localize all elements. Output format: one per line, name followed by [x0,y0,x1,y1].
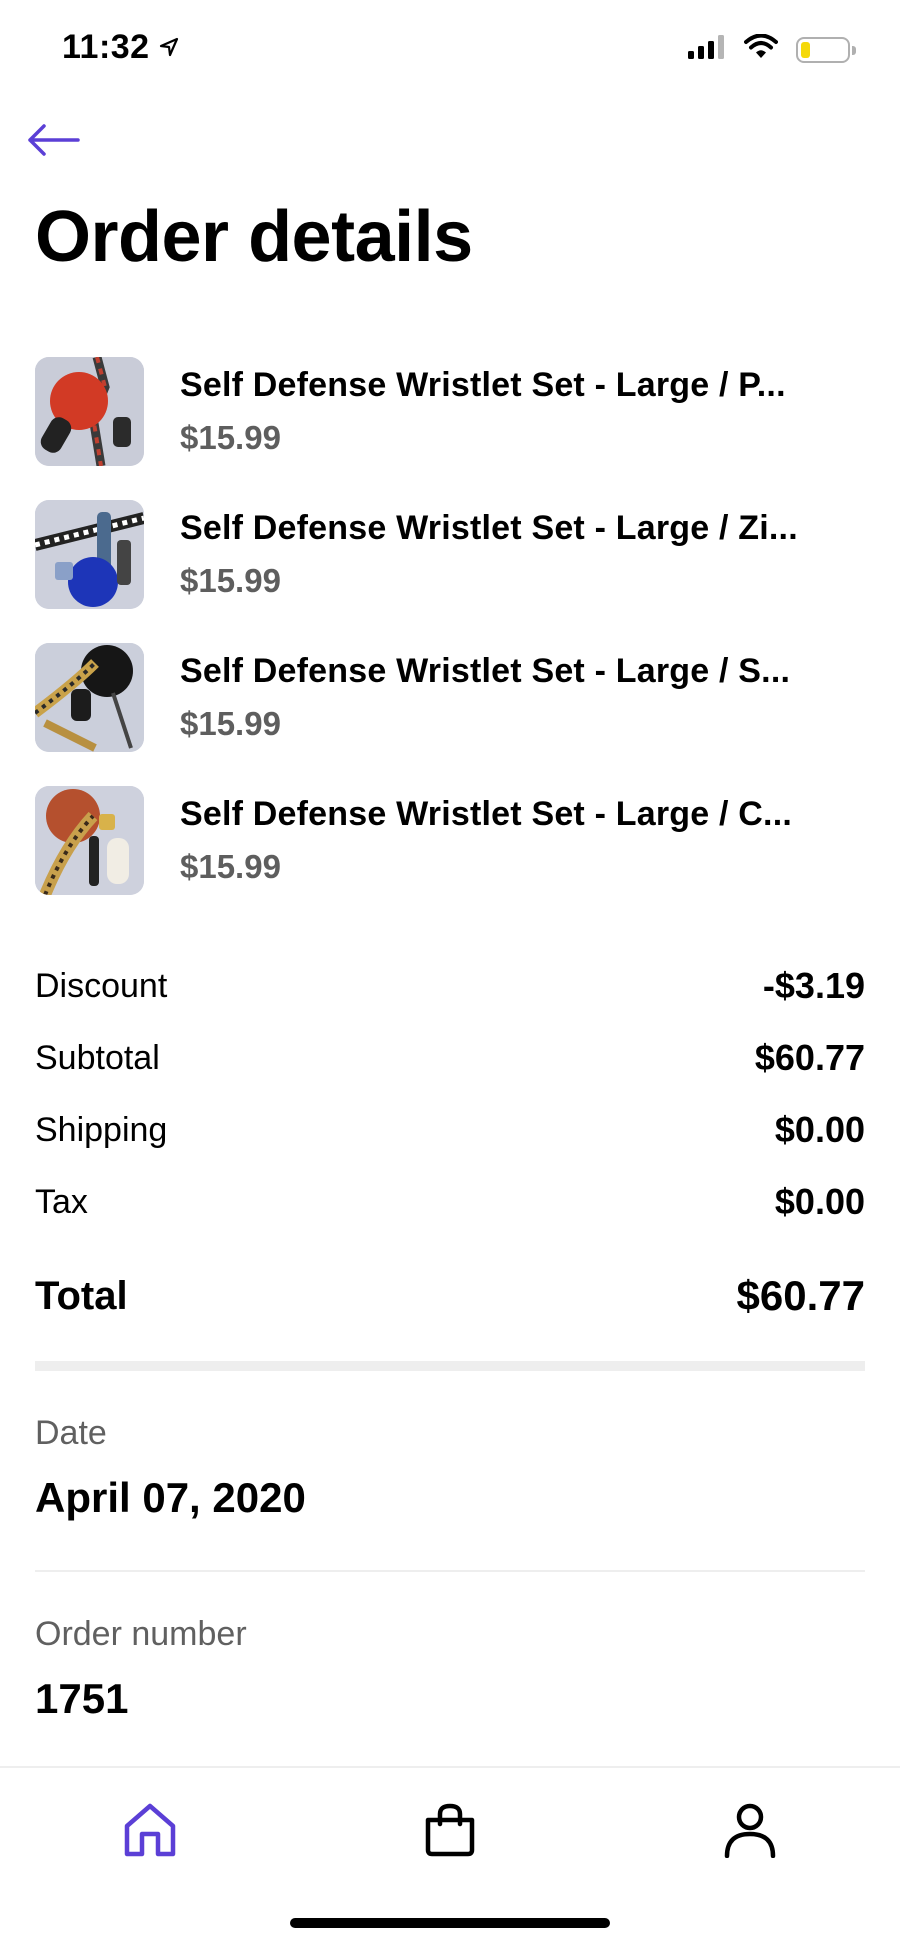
item-name: Self Defense Wristlet Set - Large / S... [180,651,791,690]
status-bar: 11:32 [0,0,900,100]
tab-bag[interactable] [410,1792,490,1872]
item-price: $15.99 [180,704,281,742]
cellular-signal-icon [688,35,726,64]
section-divider [35,1361,865,1371]
total-row: Total $60.77 [35,1256,865,1336]
subtotal-row: Subtotal $60.77 [35,1022,865,1094]
item-price: $15.99 [180,847,281,885]
shipping-label: Shipping [35,1110,168,1149]
item-text: Self Defense Wristlet Set - Large / C...… [180,795,865,886]
tax-row: Tax $0.00 [35,1166,865,1238]
order-number-value: 1751 [35,1675,129,1722]
person-icon [722,1802,778,1863]
item-text: Self Defense Wristlet Set - Large / S...… [180,652,865,743]
tax-value: $0.00 [774,1181,865,1222]
date-label: Date [35,1414,107,1452]
home-icon [122,1802,178,1863]
item-price: $15.99 [180,418,281,456]
total-label: Total [35,1273,128,1318]
order-summary: Discount -$3.19 Subtotal $60.77 Shipping… [35,950,865,1336]
subtotal-value: $60.77 [754,1037,865,1078]
item-name: Self Defense Wristlet Set - Large / C... [180,794,792,833]
shopping-bag-icon [422,1802,478,1863]
tax-label: Tax [35,1182,88,1221]
list-item[interactable]: Self Defense Wristlet Set - Large / C...… [35,785,865,895]
discount-value: -$3.19 [762,965,865,1006]
subtotal-label: Subtotal [35,1038,160,1077]
shipping-value: $0.00 [774,1109,865,1150]
total-value: $60.77 [736,1272,865,1319]
back-button[interactable] [26,120,86,164]
product-thumbnail [35,356,144,466]
discount-row: Discount -$3.19 [35,950,865,1022]
order-details-screen: 11:32 Order details Self Defense Wristle… [0,0,900,1947]
list-item[interactable]: Self Defense Wristlet Set - Large / P...… [35,356,865,466]
shipping-row: Shipping $0.00 [35,1094,865,1166]
product-thumbnail [35,499,144,609]
status-time-container: 11:32 [62,28,180,67]
item-name: Self Defense Wristlet Set - Large / P... [180,365,786,404]
tab-account[interactable] [710,1792,790,1872]
tab-home[interactable] [110,1792,190,1872]
product-thumbnail [35,642,144,752]
divider [35,1570,865,1572]
status-time: 11:32 [62,28,150,66]
page-title: Order details [35,197,473,277]
arrow-left-icon [26,122,80,163]
home-indicator [290,1918,610,1928]
battery-icon [796,36,856,63]
item-text: Self Defense Wristlet Set - Large / Zi..… [180,509,865,600]
order-number-label: Order number [35,1615,247,1653]
discount-label: Discount [35,966,168,1005]
date-value: April 07, 2020 [35,1474,306,1521]
item-name: Self Defense Wristlet Set - Large / Zi..… [180,508,798,547]
status-icons [688,33,856,65]
list-item[interactable]: Self Defense Wristlet Set - Large / Zi..… [35,499,865,609]
item-text: Self Defense Wristlet Set - Large / P...… [180,366,865,457]
item-price: $15.99 [180,561,281,599]
list-item[interactable]: Self Defense Wristlet Set - Large / S...… [35,642,865,752]
wifi-icon [744,33,778,65]
tab-bar [0,1766,900,1947]
order-items-list: Self Defense Wristlet Set - Large / P...… [35,356,865,928]
product-thumbnail [35,785,144,895]
location-arrow-icon [158,28,180,67]
